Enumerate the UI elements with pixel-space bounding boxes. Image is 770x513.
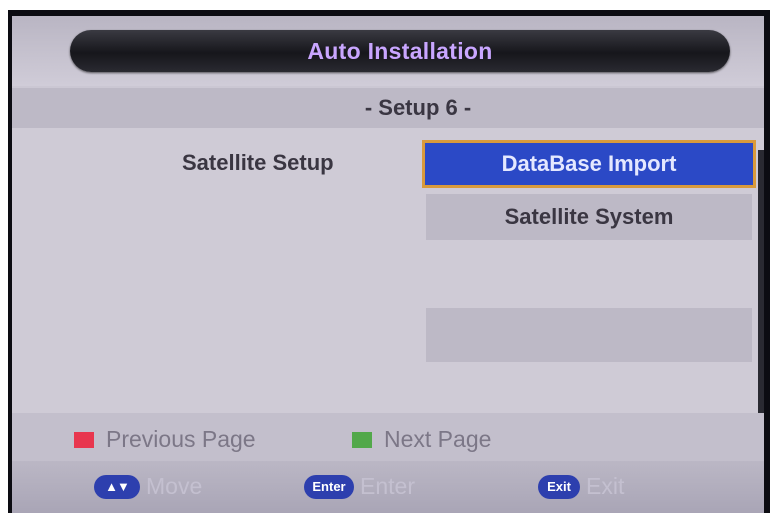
enter-key-icon: Enter bbox=[304, 474, 354, 499]
move-hint-label: Move bbox=[146, 473, 203, 499]
next-page-label: Next Page bbox=[384, 426, 492, 452]
top-strip bbox=[0, 0, 770, 10]
green-key-icon bbox=[352, 431, 372, 448]
exit-hint-label: Exit bbox=[586, 473, 625, 499]
previous-page-button[interactable]: Previous Page bbox=[74, 426, 256, 453]
option-empty-slot[interactable] bbox=[426, 308, 752, 362]
enter-hint[interactable]: Enter Enter bbox=[304, 473, 415, 500]
page-navigation: Previous Page Next Page bbox=[12, 413, 764, 461]
installation-panel: Auto Installation - Setup 6 - Satellite … bbox=[12, 16, 764, 513]
previous-page-label: Previous Page bbox=[106, 426, 256, 452]
setup-step-band: - Setup 6 - bbox=[12, 88, 764, 128]
content-area: Satellite Setup DataBase Import Satellit… bbox=[12, 128, 764, 413]
red-key-icon bbox=[74, 431, 94, 448]
satellite-setup-label: Satellite Setup bbox=[182, 150, 334, 175]
scrollbar[interactable] bbox=[758, 150, 764, 414]
move-hint[interactable]: ▲▼ Move bbox=[94, 473, 202, 500]
enter-hint-label: Enter bbox=[360, 473, 415, 499]
next-page-button[interactable]: Next Page bbox=[352, 426, 491, 453]
setup-step-label: - Setup 6 - bbox=[364, 95, 472, 120]
title-bar: Auto Installation bbox=[70, 30, 730, 72]
arrow-keys-icon: ▲▼ bbox=[94, 474, 140, 499]
key-hints-bar: ▲▼ Move Enter Enter Exit Exit bbox=[12, 461, 764, 513]
option-database-import[interactable]: DataBase Import bbox=[422, 140, 756, 188]
option-satellite-system[interactable]: Satellite System bbox=[426, 194, 752, 240]
exit-key-icon: Exit bbox=[538, 474, 580, 499]
header-band: Auto Installation bbox=[12, 16, 764, 86]
exit-hint[interactable]: Exit Exit bbox=[538, 473, 624, 500]
tv-screen: Auto Installation - Setup 6 - Satellite … bbox=[8, 10, 770, 513]
page-title: Auto Installation bbox=[307, 37, 493, 64]
